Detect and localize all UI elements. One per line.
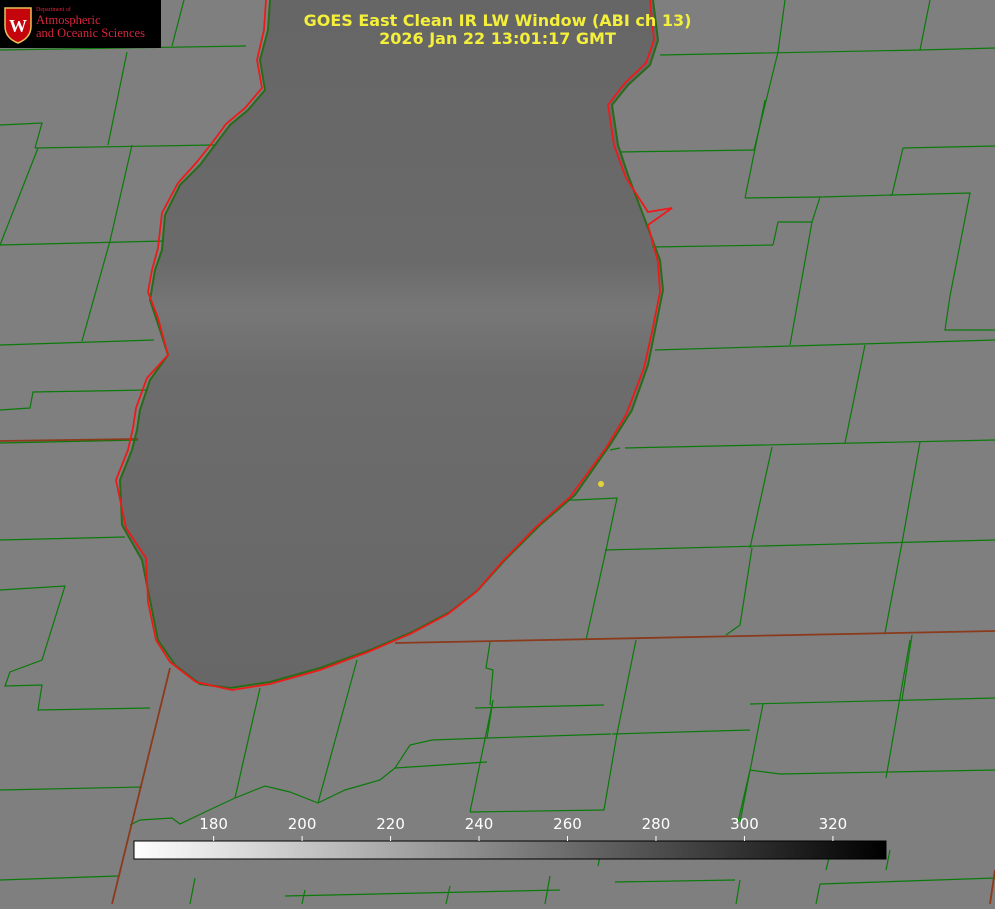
colorbar-tick-label: 200 (287, 815, 317, 833)
image-title: GOES East Clean IR LW Window (ABI ch 13) (303, 11, 692, 30)
colorbar-tick-label: 240 (464, 815, 494, 833)
colorbar-tick-label: 280 (641, 815, 671, 833)
colorbar-tick-label: 180 (199, 815, 228, 833)
colorbar-tick-label: 260 (553, 815, 582, 833)
station-marker (598, 481, 604, 487)
image-timestamp: 2026 Jan 22 13:01:17 GMT (379, 29, 616, 48)
colorbar-tick-label: 220 (376, 815, 405, 833)
satellite-map: W Department of Atmospheric and Oceanic … (0, 0, 995, 905)
colorbar-tick-label: 320 (818, 815, 848, 833)
colorbar-gradient (133, 840, 887, 860)
colorbar-tick-label: 300 (730, 815, 759, 833)
map-canvas (0, 0, 995, 905)
